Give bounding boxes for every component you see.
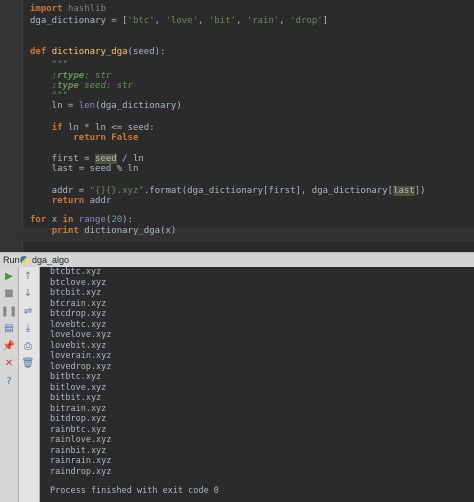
code-editor[interactable]: import hashlib dga_dictionary = ['btc', '… [0,0,474,252]
run-toolbar-primary: ▶ ■ ❚❚ ▤ 📌 ✕? [0,267,19,502]
run-console[interactable]: btcbtc.xyz btclove.xyz btcbit.xyz btcrain.x… [40,267,474,502]
pin-icon[interactable]: 📌 [2,339,16,353]
console-output-line: btclove.xyz [50,277,107,288]
code-token: (seed): [127,47,166,57]
up-arrow-icon[interactable]: ↑ [21,269,35,283]
stop-icon[interactable]: ■ [2,287,16,301]
code-token: .format(dga_dictionary[first], dga_dicti… [143,186,394,196]
console-output-line: btcrain.xyz [50,298,107,309]
code-token: , [279,16,291,26]
code-token: ): [122,215,133,225]
console-output-line: btcbit.xyz [50,288,102,298]
dump-threads-icon[interactable]: ▤ [2,322,16,336]
code-token: dga_dictionary = [ [30,16,128,26]
console-output-line: bitlove.xyz [50,382,107,393]
run-tool-window-header: Run dga_algo [0,252,474,268]
console-output-line: btcdrop.xyz [50,309,107,319]
console-output-line: bitdrop.xyz [50,414,107,424]
trash-icon[interactable]: 🗑 [21,357,35,371]
code-token: , [198,16,209,26]
code-line-ln-assign[interactable]: ln = len(dga_dictionary) [30,100,182,113]
code-token: (dga_dictionary) [95,101,182,111]
pause-icon[interactable]: ❚❚ [1,304,18,318]
python-icon [20,256,28,264]
console-output-line: rainrain.xyz [50,456,112,466]
code-token: dictionary_dga [51,47,128,57]
code-token: in [62,215,79,225]
editor-gutter [0,0,23,252]
code-token: """ [30,60,68,70]
code-line-return-addr[interactable]: return addr [30,195,112,208]
code-token: 'rain' [246,16,280,26]
code-token: 'drop' [290,16,323,26]
code-token: addr [89,196,112,206]
run-icon[interactable]: ▶ [2,269,16,283]
code-token: 'bit' [208,16,236,26]
scroll-to-end-icon[interactable]: ⤓ [21,322,35,336]
code-token: len [78,101,96,111]
run-label: Run [3,255,20,265]
run-toolbar-secondary: ↑ ↓ ⇌ ⤓ ⎙ 🗑 [19,267,40,502]
console-output-line: lovebtc.xyz [50,319,107,330]
code-line-def[interactable]: def dictionary_dga(seed): [30,46,165,59]
code-token: import [30,4,68,14]
help-icon[interactable]: ? [2,374,16,388]
code-line-return-false[interactable]: return False [30,132,138,145]
console-output-line: rainlove.xyz [50,435,112,445]
code-token: ] [322,16,329,26]
code-token: seed: str [78,81,133,91]
code-token: def [30,47,52,57]
code-line-print[interactable]: print dictionary_dga(x) [30,225,177,238]
code-token: last = seed % ln [30,164,139,174]
code-token: range [78,215,106,225]
run-config-name[interactable]: dga_algo [32,253,69,267]
code-token: 'btc' [127,16,155,26]
code-token: print [51,226,85,236]
console-output-line: rainbtc.xyz [50,424,107,435]
down-arrow-icon[interactable]: ↓ [21,287,35,301]
code-token: hashlib [67,4,106,14]
print-icon[interactable]: ⎙ [21,339,35,353]
console-exit-message: Process finished with exit code 0 [50,486,219,496]
code-token: last [393,186,415,196]
code-token: return [73,133,112,143]
code-line-last[interactable]: last = seed % ln [30,163,139,176]
console-output-line: loverain.xyz [50,351,112,361]
console-output-line: raindrop.xyz [50,466,112,477]
close-icon[interactable]: ✕ [2,357,16,371]
code-token: , [154,16,166,26]
console-output-line: bitbit.xyz [50,393,102,403]
console-output-line: rainbit.xyz [50,445,107,456]
code-token: x [51,215,63,225]
console-output-line: bitbtc.xyz [50,372,102,382]
console-output-line: lovelove.xyz [50,330,112,340]
code-token: 20 [111,215,123,225]
soft-wrap-icon[interactable]: ⇌ [21,304,35,318]
code-token: , [235,16,247,26]
code-line-dga-list[interactable]: dga_dictionary = ['btc', 'love', 'bit', … [30,15,328,28]
console-output-line: btcbtc.xyz [50,267,102,277]
code-token: return [51,196,90,206]
code-token: 'love' [165,16,198,26]
code-token: ln = [30,101,79,111]
console-output-line: lovebit.xyz [50,340,107,351]
code-token: False [111,133,139,143]
code-token: dictionary_dga(x) [84,226,177,236]
code-token: for [30,215,52,225]
code-token: ]) [414,186,426,196]
console-output-line: lovedrop.xyz [50,361,112,372]
console-output-line: bitrain.xyz [50,403,107,414]
